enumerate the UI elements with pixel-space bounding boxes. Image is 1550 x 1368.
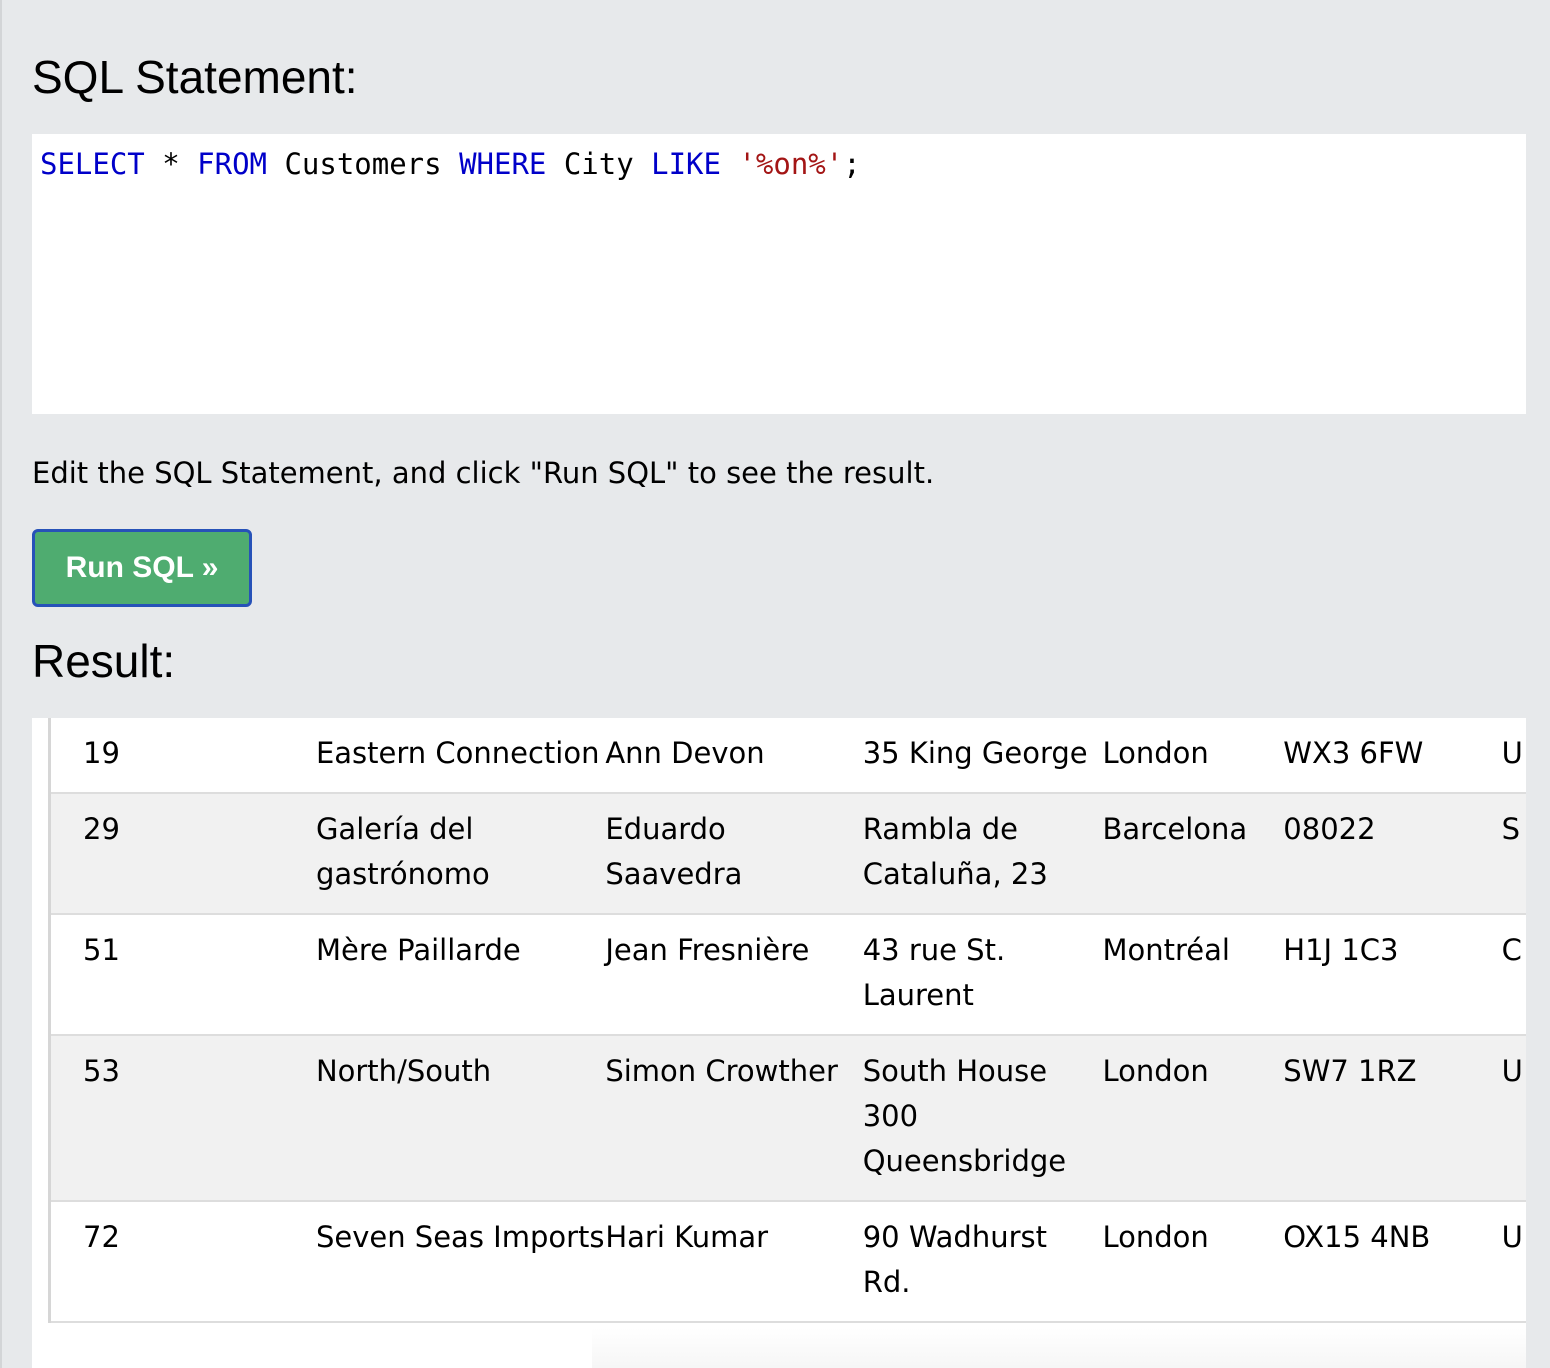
sql-keyword: FROM bbox=[197, 147, 267, 181]
sql-text: City bbox=[546, 147, 652, 181]
table-cell: WX3 6FW bbox=[1283, 718, 1502, 794]
result-table-wrapper: 19 Eastern Connection Ann Devon 35 King Geo… bbox=[48, 718, 1526, 1323]
table-cell: South House 300 Queensbridge bbox=[862, 1035, 1103, 1202]
table-row: 53 North/South Simon Crowther South House 3… bbox=[51, 1035, 1526, 1202]
sql-editor[interactable]: SELECT * FROM Customers WHERE City LIKE … bbox=[32, 134, 1526, 414]
table-cell: Barcelona bbox=[1102, 793, 1284, 915]
table-cell: Eastern Connection bbox=[315, 718, 606, 794]
table-row: 29 Galería del gastrónomo Eduardo Saavedra… bbox=[51, 793, 1526, 915]
table-cell: Seven Seas Imports bbox=[315, 1201, 606, 1323]
table-cell: U bbox=[1501, 718, 1526, 794]
page-left-border bbox=[0, 0, 2, 1368]
table-cell: OX15 4NB bbox=[1283, 1201, 1502, 1323]
table-cell: 35 King George bbox=[862, 718, 1103, 794]
table-cell: 53 bbox=[51, 1035, 316, 1202]
result-heading: Result: bbox=[32, 635, 176, 687]
sql-string-literal: '%on%' bbox=[738, 147, 844, 181]
table-cell: 72 bbox=[51, 1201, 316, 1323]
sql-keyword: LIKE bbox=[651, 147, 721, 181]
table-cell: 51 bbox=[51, 914, 316, 1036]
table-cell: 43 rue St. Laurent bbox=[862, 914, 1103, 1036]
table-row: 51 Mère Paillarde Jean Fresnière 43 rue St.… bbox=[51, 914, 1526, 1036]
table-cell: Montréal bbox=[1102, 914, 1284, 1036]
table-cell: North/South bbox=[315, 1035, 606, 1202]
table-row: 19 Eastern Connection Ann Devon 35 King Geo… bbox=[51, 718, 1526, 794]
table-cell: Eduardo Saavedra bbox=[605, 793, 863, 915]
table-cell: London bbox=[1102, 1035, 1284, 1202]
table-cell: S bbox=[1501, 793, 1526, 915]
sql-keyword: SELECT bbox=[40, 147, 145, 181]
table-cell: 90 Wadhurst Rd. bbox=[862, 1201, 1103, 1323]
table-cell: Mère Paillarde bbox=[315, 914, 606, 1036]
result-panel[interactable]: 19 Eastern Connection Ann Devon 35 King Geo… bbox=[32, 718, 1526, 1368]
result-table: 19 Eastern Connection Ann Devon 35 King Geo… bbox=[51, 718, 1526, 1323]
table-cell: H1J 1C3 bbox=[1283, 914, 1502, 1036]
sql-statement-heading: SQL Statement: bbox=[32, 51, 358, 103]
table-cell: Ann Devon bbox=[605, 718, 863, 794]
sql-text: * bbox=[144, 147, 198, 181]
table-cell: Simon Crowther bbox=[605, 1035, 863, 1202]
table-cell: Galería del gastrónomo bbox=[315, 793, 606, 915]
table-cell: London bbox=[1102, 1201, 1284, 1323]
table-cell: SW7 1RZ bbox=[1283, 1035, 1502, 1202]
table-cell: Jean Fresnière bbox=[605, 914, 863, 1036]
table-cell: U bbox=[1501, 1201, 1526, 1323]
sql-text: ; bbox=[843, 147, 861, 181]
sql-text: Customers bbox=[267, 147, 460, 181]
table-cell: 29 bbox=[51, 793, 316, 915]
table-cell: Rambla de Cataluña, 23 bbox=[862, 793, 1103, 915]
scroll-shadow bbox=[592, 1328, 1526, 1368]
table-cell: Hari Kumar bbox=[605, 1201, 863, 1323]
table-cell: C bbox=[1501, 914, 1526, 1036]
table-cell: 19 bbox=[51, 718, 316, 794]
table-cell: 08022 bbox=[1283, 793, 1502, 915]
table-cell: U bbox=[1501, 1035, 1526, 1202]
sql-keyword: WHERE bbox=[459, 147, 547, 181]
instructions-text: Edit the SQL Statement, and click "Run S… bbox=[32, 456, 935, 490]
table-row: 72 Seven Seas Imports Hari Kumar 90 Wadhurs… bbox=[51, 1201, 1526, 1323]
table-cell: London bbox=[1102, 718, 1284, 794]
run-sql-button[interactable]: Run SQL » bbox=[32, 529, 252, 607]
